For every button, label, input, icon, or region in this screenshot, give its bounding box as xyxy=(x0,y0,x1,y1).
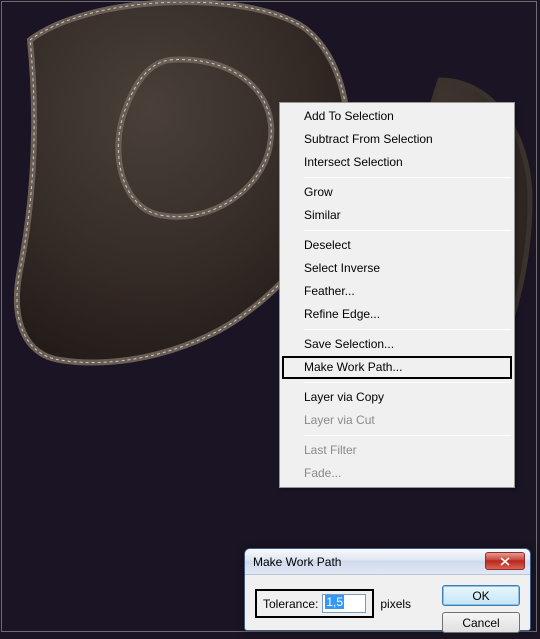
menu-separator xyxy=(304,230,511,231)
menu-separator xyxy=(304,329,511,330)
dialog-close-button[interactable] xyxy=(485,552,525,570)
close-icon xyxy=(500,557,510,566)
menu-refine-edge[interactable]: Refine Edge... xyxy=(282,303,512,326)
dialog-title: Make Work Path xyxy=(253,555,341,569)
menu-similar[interactable]: Similar xyxy=(282,204,512,227)
selection-context-menu: Add To Selection Subtract From Selection… xyxy=(279,102,515,488)
menu-deselect[interactable]: Deselect xyxy=(282,234,512,257)
menu-layer-via-copy[interactable]: Layer via Copy xyxy=(282,386,512,409)
menu-make-work-path[interactable]: Make Work Path... xyxy=(282,356,512,379)
menu-layer-via-cut: Layer via Cut xyxy=(282,409,512,432)
dialog-titlebar[interactable]: Make Work Path xyxy=(245,549,530,575)
menu-separator xyxy=(304,177,511,178)
menu-fade: Fade... xyxy=(282,462,512,485)
menu-feather[interactable]: Feather... xyxy=(282,280,512,303)
tolerance-unit: pixels xyxy=(380,597,411,611)
menu-save-selection[interactable]: Save Selection... xyxy=(282,333,512,356)
menu-intersect-selection[interactable]: Intersect Selection xyxy=(282,151,512,174)
menu-separator xyxy=(304,382,511,383)
menu-grow[interactable]: Grow xyxy=(282,181,512,204)
tolerance-group: Tolerance: 1,5 xyxy=(255,589,374,618)
menu-select-inverse[interactable]: Select Inverse xyxy=(282,257,512,280)
menu-separator xyxy=(304,435,511,436)
tolerance-input[interactable]: 1,5 xyxy=(322,594,366,613)
tolerance-label: Tolerance: xyxy=(263,597,318,611)
ok-button[interactable]: OK xyxy=(442,585,520,606)
menu-last-filter: Last Filter xyxy=(282,439,512,462)
menu-subtract-from-selection[interactable]: Subtract From Selection xyxy=(282,128,512,151)
cancel-button[interactable]: Cancel xyxy=(442,612,520,633)
make-work-path-dialog: Make Work Path Tolerance: 1,5 pixels OK … xyxy=(244,548,531,631)
menu-add-to-selection[interactable]: Add To Selection xyxy=(282,105,512,128)
